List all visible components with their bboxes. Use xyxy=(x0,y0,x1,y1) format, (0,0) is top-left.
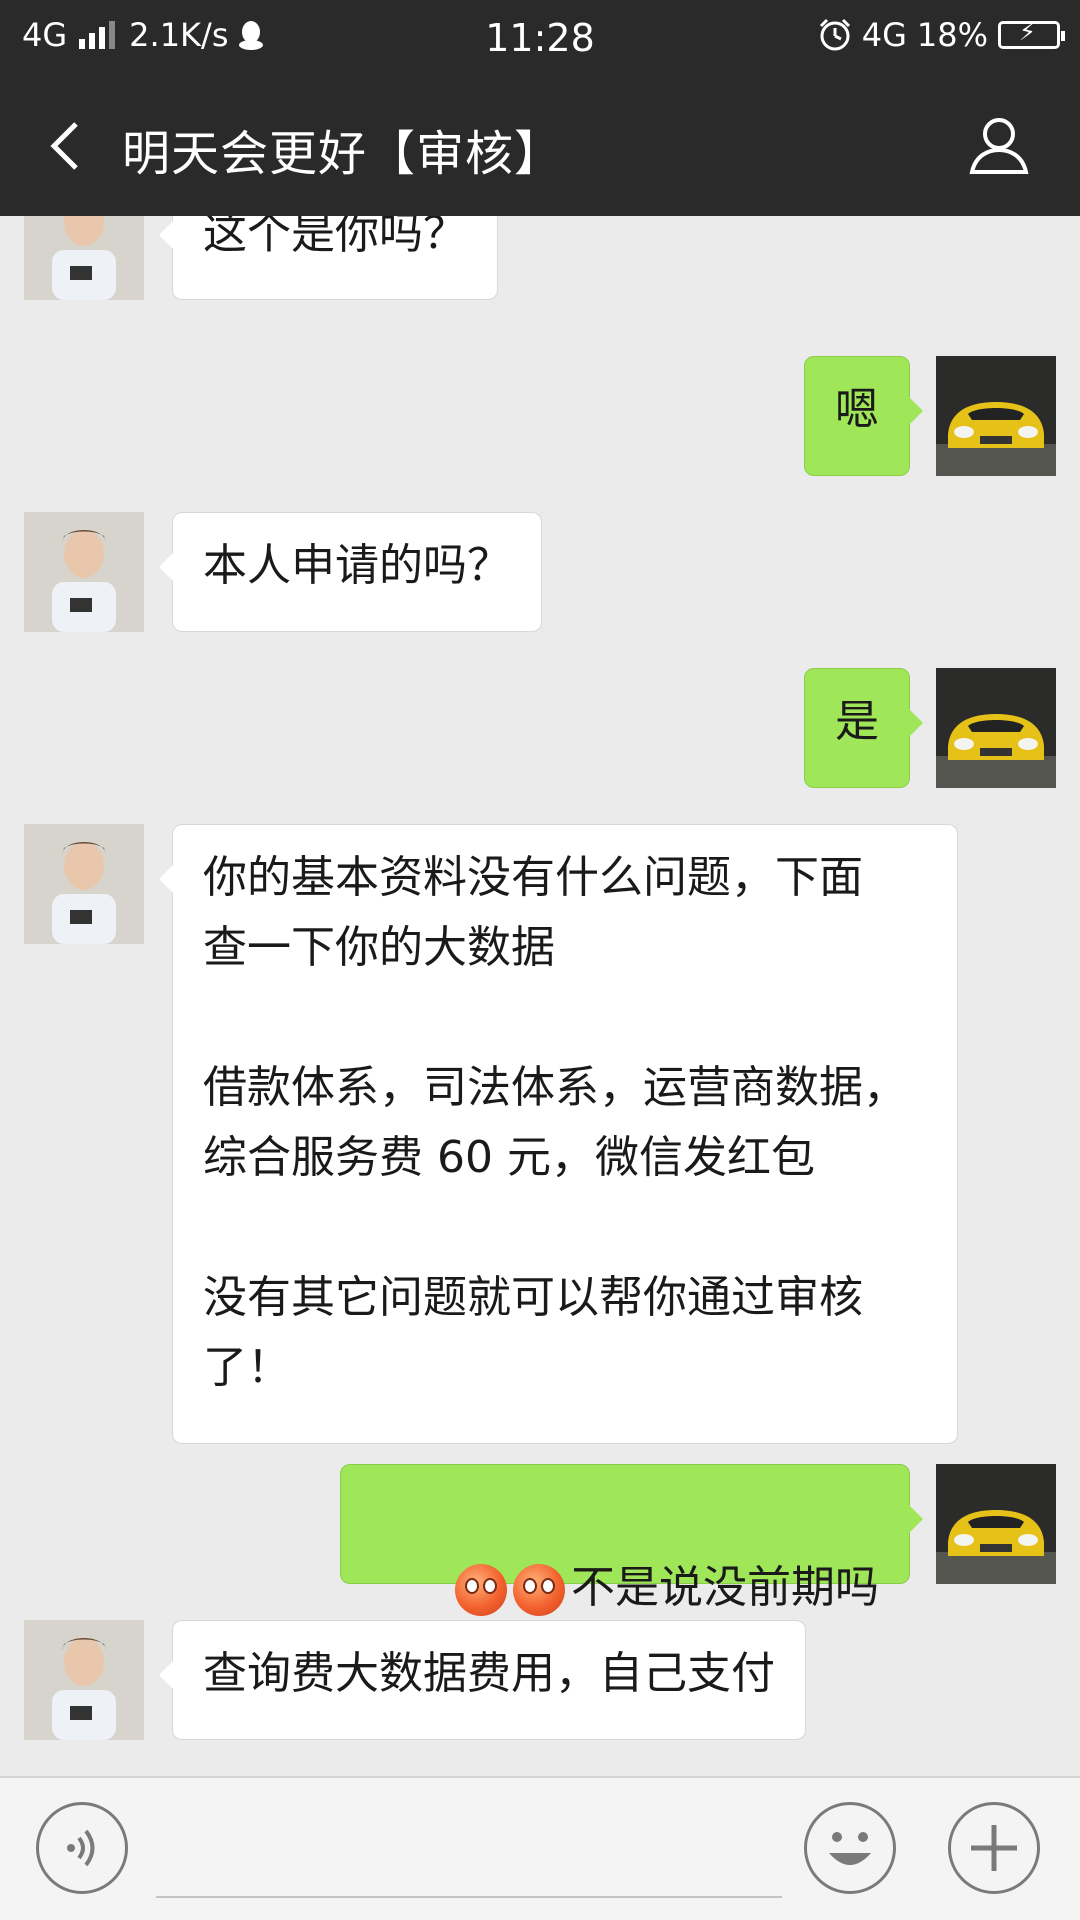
my-avatar[interactable] xyxy=(936,668,1056,788)
car-avatar-image xyxy=(936,1464,1056,1584)
chat-screen: 4G 2.1K/s 11:28 4G 18% ⚡ 明天会更好【审核】 这个是你吗… xyxy=(0,0,1080,1920)
person-avatar-image xyxy=(24,216,144,300)
network-type-right: 4G xyxy=(861,16,907,54)
plus-icon xyxy=(971,1825,1017,1871)
more-actions-button[interactable] xyxy=(948,1802,1040,1894)
message-bubble-incoming[interactable]: 查询费大数据费用，自己支付 xyxy=(159,1620,806,1740)
blushing-face-emoji-icon xyxy=(455,1564,507,1616)
message-input[interactable] xyxy=(156,1808,782,1898)
back-arrow-icon[interactable] xyxy=(40,118,96,174)
status-bar: 4G 2.1K/s 11:28 4G 18% ⚡ xyxy=(0,0,1080,78)
contact-info-icon[interactable] xyxy=(968,114,1030,176)
message-bubble-incoming[interactable]: 本人申请的吗？ xyxy=(159,512,542,632)
message-list: 这个是你吗？ 嗯 本人申请的吗？ 是 你的基本资料没有什么问题，下面 查一下你的… xyxy=(0,216,1080,1776)
message-text: 不是说没前期吗 xyxy=(571,1562,879,1613)
contact-avatar[interactable] xyxy=(24,1620,144,1740)
my-avatar[interactable] xyxy=(936,1464,1056,1584)
contact-avatar[interactable] xyxy=(24,824,144,944)
alarm-clock-icon xyxy=(819,18,850,51)
status-right: 4G 18% ⚡ xyxy=(818,16,1065,54)
message-bubble-outgoing[interactable]: 是 xyxy=(804,668,923,788)
person-avatar-image xyxy=(24,512,144,632)
contact-avatar[interactable] xyxy=(24,512,144,632)
contact-avatar[interactable] xyxy=(24,216,144,300)
message-bubble-outgoing[interactable]: 不是说没前期吗 xyxy=(340,1464,923,1616)
message-bubble-incoming[interactable]: 这个是你吗？ xyxy=(159,216,498,300)
input-bar xyxy=(0,1776,1080,1920)
message-bubble-outgoing[interactable]: 嗯 xyxy=(804,356,923,476)
voice-input-button[interactable] xyxy=(36,1802,128,1894)
message-bubble-incoming[interactable]: 你的基本资料没有什么问题，下面 查一下你的大数据 借款体系，司法体系，运营商数据… xyxy=(159,824,958,1444)
car-avatar-image xyxy=(936,356,1056,476)
my-avatar[interactable] xyxy=(936,356,1056,476)
person-avatar-image xyxy=(24,1620,144,1740)
emoji-button[interactable] xyxy=(804,1802,896,1894)
chat-title: 明天会更好【审核】 xyxy=(122,126,564,182)
battery-icon: ⚡ xyxy=(998,18,1065,49)
voice-icon xyxy=(67,1829,95,1867)
smiley-icon xyxy=(829,1832,871,1865)
chat-header: 明天会更好【审核】 xyxy=(0,78,1080,216)
battery-percent: 18% xyxy=(916,16,988,54)
person-avatar-image xyxy=(24,824,144,944)
blushing-face-emoji-icon xyxy=(513,1564,565,1616)
car-avatar-image xyxy=(936,668,1056,788)
